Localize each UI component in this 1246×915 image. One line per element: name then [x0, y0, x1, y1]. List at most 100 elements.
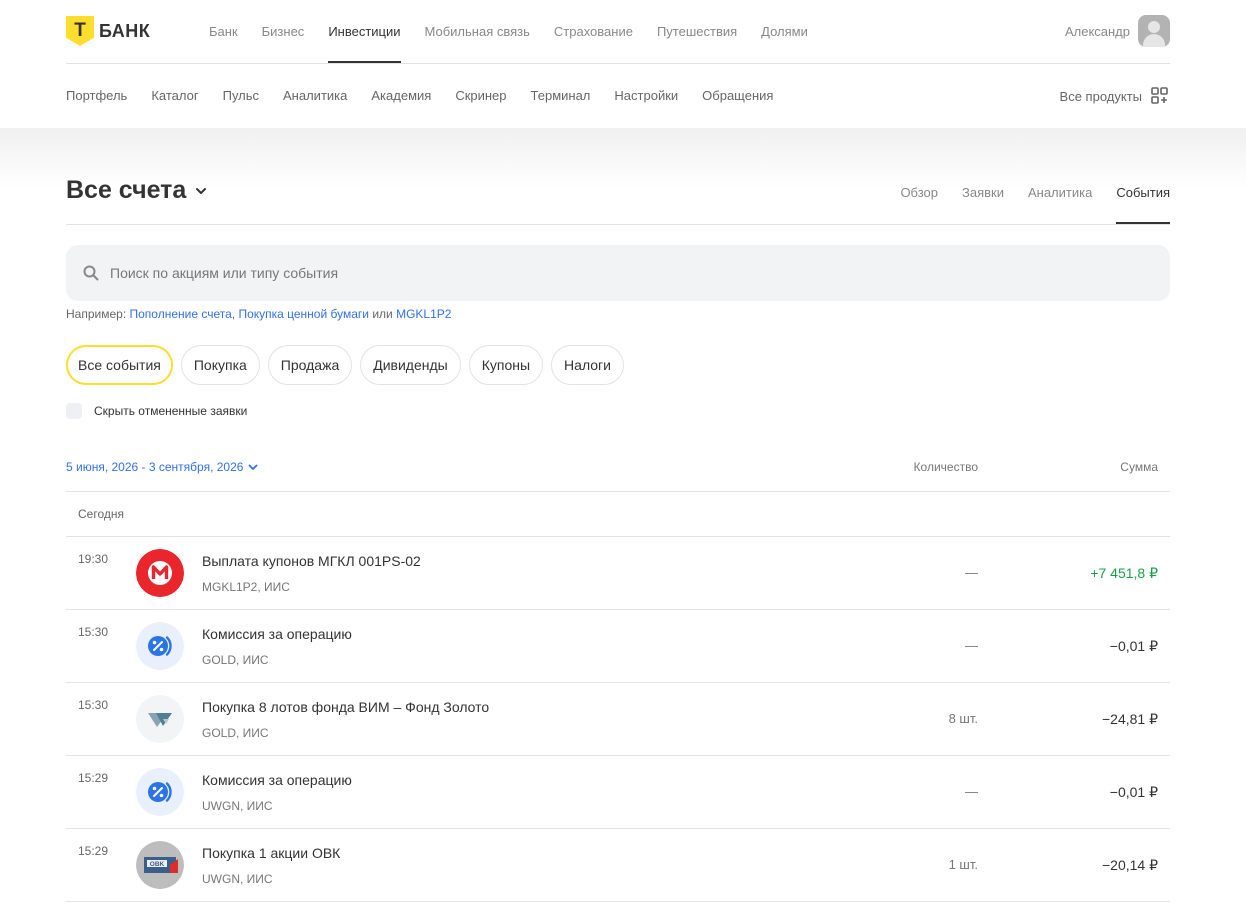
- subnav-item-pulse[interactable]: Пульс: [223, 88, 259, 103]
- event-title: Выплата купонов МГКЛ 001PS-02: [202, 553, 421, 569]
- event-sum: −24,81 ₽: [1101, 711, 1158, 727]
- event-title: Покупка 1 акции ОВК: [202, 845, 341, 861]
- event-time: 15:30: [78, 625, 109, 639]
- avatar[interactable]: [1138, 15, 1170, 47]
- topnav-item-mobile[interactable]: Мобильная связь: [425, 0, 530, 63]
- topnav-item-travel[interactable]: Путешествия: [657, 0, 737, 63]
- event-subtitle: GOLD, ИИС: [202, 653, 269, 667]
- event-quantity: 1 шт.: [948, 857, 978, 872]
- list-item[interactable]: 15:30 Покупка 8 лотов фонда ВИМ – Фонд З…: [66, 683, 1170, 756]
- example-or: или: [369, 307, 397, 321]
- event-quantity: 8 шт.: [948, 711, 978, 726]
- list-item[interactable]: 15:29 Комиссия за операцию UWGN, ИИС — −…: [66, 756, 1170, 829]
- example-link-purchase[interactable]: Покупка ценной бумаги: [238, 307, 369, 321]
- event-time: 15:29: [78, 844, 109, 858]
- mgkl-logo-icon: [136, 549, 184, 597]
- example-link-deposit[interactable]: Пополнение счета: [129, 307, 231, 321]
- filter-sale[interactable]: Продажа: [267, 345, 353, 385]
- event-quantity: —: [965, 565, 978, 580]
- subnav-item-terminal[interactable]: Терминал: [531, 88, 591, 103]
- example-link-ticker[interactable]: MGKL1P2: [396, 307, 451, 321]
- group-label-today: Сегодня: [78, 507, 124, 521]
- user-menu[interactable]: Александр: [1065, 15, 1170, 47]
- vim-fund-logo-icon: [136, 695, 184, 743]
- list-item[interactable]: 15:30 Комиссия за операцию GOLD, ИИС — −…: [66, 610, 1170, 683]
- tabs-divider: [66, 224, 1170, 225]
- tab-events[interactable]: События: [1116, 160, 1170, 224]
- list-item[interactable]: 19:30 Выплата купонов МГКЛ 001PS-02 MGKL…: [66, 537, 1170, 610]
- tab-orders[interactable]: Заявки: [962, 160, 1004, 224]
- all-products-button[interactable]: Все продукты: [1060, 86, 1170, 106]
- topnav-item-dolyami[interactable]: Долями: [761, 0, 808, 63]
- filter-all-events[interactable]: Все события: [66, 345, 173, 385]
- list-header-divider: [66, 491, 1170, 492]
- commission-percent-icon: [136, 622, 184, 670]
- chevron-down-icon: [196, 187, 207, 194]
- topnav-item-insurance[interactable]: Страхование: [554, 0, 633, 63]
- search-examples: Например: Пополнение счета, Покупка ценн…: [66, 307, 451, 321]
- filter-dividends[interactable]: Дивиденды: [360, 345, 461, 385]
- header-divider: [66, 63, 1170, 64]
- hide-cancelled-checkbox[interactable]: [66, 403, 82, 419]
- event-filters: Все события Покупка Продажа Дивиденды Ку…: [66, 345, 632, 385]
- event-time: 19:30: [78, 552, 109, 566]
- event-sum: −0,01 ₽: [1109, 638, 1158, 654]
- subnav-item-requests[interactable]: Обращения: [702, 88, 773, 103]
- list-item[interactable]: 15:29 OBK Покупка 1 акции ОВК UWGN, ИИС …: [66, 829, 1170, 902]
- topnav-item-business[interactable]: Бизнес: [262, 0, 305, 63]
- events-list: 19:30 Выплата купонов МГКЛ 001PS-02 MGKL…: [66, 537, 1170, 902]
- event-sum: −0,01 ₽: [1109, 784, 1158, 800]
- topnav-item-bank[interactable]: Банк: [209, 0, 238, 63]
- event-subtitle: UWGN, ИИС: [202, 799, 273, 813]
- date-range-picker[interactable]: 5 июня, 2026 - 3 сентября, 2026: [66, 460, 259, 474]
- chevron-down-icon: [249, 464, 258, 470]
- event-time: 15:30: [78, 698, 109, 712]
- avatar-body-icon: [1143, 34, 1165, 47]
- filter-taxes[interactable]: Налоги: [551, 345, 624, 385]
- topnav-item-investments[interactable]: Инвестиции: [328, 0, 401, 63]
- brand-name: БАНК: [99, 20, 151, 41]
- filter-purchase[interactable]: Покупка: [180, 345, 260, 385]
- bank-logo[interactable]: Т БАНК: [66, 16, 150, 46]
- subnav-item-portfolio[interactable]: Портфель: [66, 88, 127, 103]
- event-title: Комиссия за операцию: [202, 626, 352, 642]
- event-quantity: —: [965, 784, 978, 799]
- event-quantity: —: [965, 638, 978, 653]
- user-name: Александр: [1064, 23, 1130, 39]
- commission-percent-icon: [136, 768, 184, 816]
- event-subtitle: UWGN, ИИС: [202, 872, 273, 886]
- event-sum: −20,14 ₽: [1101, 857, 1158, 873]
- subnav-item-analytics[interactable]: Аналитика: [283, 88, 347, 103]
- hide-cancelled-toggle[interactable]: Скрыть отмененные заявки: [66, 403, 247, 419]
- subnav-item-academy[interactable]: Академия: [371, 88, 431, 103]
- event-sum: +7 451,8 ₽: [1090, 565, 1158, 581]
- column-header-sum: Сумма: [1120, 460, 1158, 474]
- avatar-head-icon: [1148, 21, 1160, 33]
- example-prefix: Например:: [66, 307, 130, 321]
- search-input[interactable]: [110, 265, 1010, 281]
- filter-coupons[interactable]: Купоны: [468, 345, 544, 385]
- hide-cancelled-label: Скрыть отмененные заявки: [94, 404, 248, 418]
- account-selector[interactable]: Все счета: [66, 176, 208, 205]
- subnav-item-catalog[interactable]: Каталог: [151, 88, 198, 103]
- search-icon: [83, 265, 99, 281]
- event-title: Покупка 8 лотов фонда ВИМ – Фонд Золото: [202, 699, 490, 715]
- top-navigation: Банк Бизнес Инвестиции Мобильная связь С…: [209, 0, 832, 63]
- subnav-item-settings[interactable]: Настройки: [614, 88, 678, 103]
- tab-analytics[interactable]: Аналитика: [1028, 160, 1092, 224]
- all-products-label: Все продукты: [1059, 88, 1142, 104]
- event-title: Комиссия за операцию: [202, 772, 352, 788]
- tab-overview[interactable]: Обзор: [900, 160, 938, 224]
- header: Т БАНК Банк Бизнес Инвестиции Мобильная …: [0, 0, 1246, 128]
- grid-plus-icon: [1151, 87, 1168, 104]
- ovk-logo-icon: OBK: [136, 841, 184, 889]
- event-subtitle: MGKL1P2, ИИС: [202, 580, 290, 594]
- date-range-label: 5 июня, 2026 - 3 сентября, 2026: [66, 460, 244, 474]
- subnav-item-screener[interactable]: Скринер: [455, 88, 506, 103]
- page-tabs: Обзор Заявки Аналитика События: [876, 160, 1170, 224]
- event-subtitle: GOLD, ИИС: [202, 726, 269, 740]
- shield-logo-icon: Т: [66, 16, 94, 46]
- page-title: Все счета: [66, 176, 187, 204]
- sub-navigation: Портфель Каталог Пульс Аналитика Академи…: [66, 88, 797, 103]
- svg-text:OBK: OBK: [150, 861, 165, 868]
